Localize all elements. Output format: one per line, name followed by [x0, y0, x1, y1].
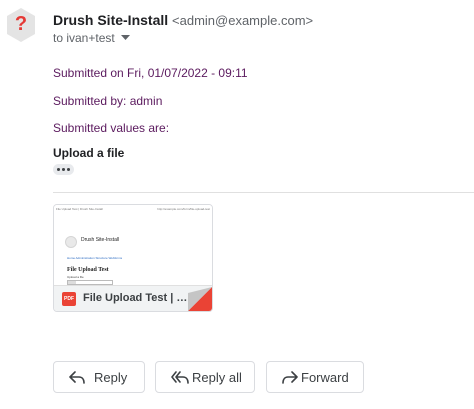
reply-all-button[interactable]: Reply all: [155, 361, 255, 393]
sender-line: Drush Site-Install <admin@example.com>: [53, 12, 313, 28]
dot-icon: [67, 168, 70, 171]
dot-icon: [57, 168, 60, 171]
submitted-values-text: Submitted values are:: [53, 121, 170, 135]
pdf-icon: PDF: [62, 292, 76, 306]
preview-logo: [65, 236, 77, 248]
show-trimmed-content-button[interactable]: [53, 164, 74, 175]
submitted-on-text: Submitted on Fri, 01/07/2022 - 09:11: [53, 66, 248, 80]
preview-header-left: File Upload Test | Drush Site-Install: [56, 207, 103, 211]
reply-label: Reply: [94, 370, 128, 385]
preview-links: Home Administration Structure Webforms: [67, 256, 123, 260]
recipients-label: to ivan+test: [53, 31, 115, 45]
forward-button[interactable]: Forward: [266, 361, 364, 393]
page-fold-icon: [188, 287, 212, 311]
sender-avatar: ?: [4, 6, 38, 44]
reply-all-label: Reply all: [192, 370, 242, 385]
preview-heading: File Upload Test: [67, 267, 109, 273]
dot-icon: [62, 168, 65, 171]
file-type-label: PDF: [64, 296, 74, 302]
reply-button[interactable]: Reply: [53, 361, 145, 393]
attachment-preview: File Upload Test | Drush Site-Install ht…: [54, 205, 212, 285]
preview-field-label: Upload a file: [67, 275, 84, 279]
chevron-down-icon: [120, 35, 130, 40]
preview-site-name: Drush Site-Install: [81, 237, 120, 243]
attachment-filename: File Upload Test | D...: [83, 292, 189, 304]
forward-icon: [282, 371, 298, 384]
upload-heading: Upload a file: [53, 146, 125, 160]
preview-header-right: http://example.com/form/file-upload-test: [157, 207, 210, 211]
attachment-card[interactable]: File Upload Test | Drush Site-Install ht…: [53, 204, 213, 312]
sender-name[interactable]: Drush Site-Install: [53, 12, 168, 28]
preview-browse-button: [68, 281, 76, 284]
recipients-toggle[interactable]: to ivan+test: [53, 31, 130, 45]
divider: [53, 192, 474, 193]
reply-icon: [69, 371, 85, 384]
forward-label: Forward: [301, 370, 349, 385]
submitted-by-text: Submitted by: admin: [53, 94, 163, 108]
sender-email: <admin@example.com>: [172, 13, 314, 28]
reply-all-icon: [171, 371, 189, 384]
avatar-glyph: ?: [14, 13, 28, 35]
